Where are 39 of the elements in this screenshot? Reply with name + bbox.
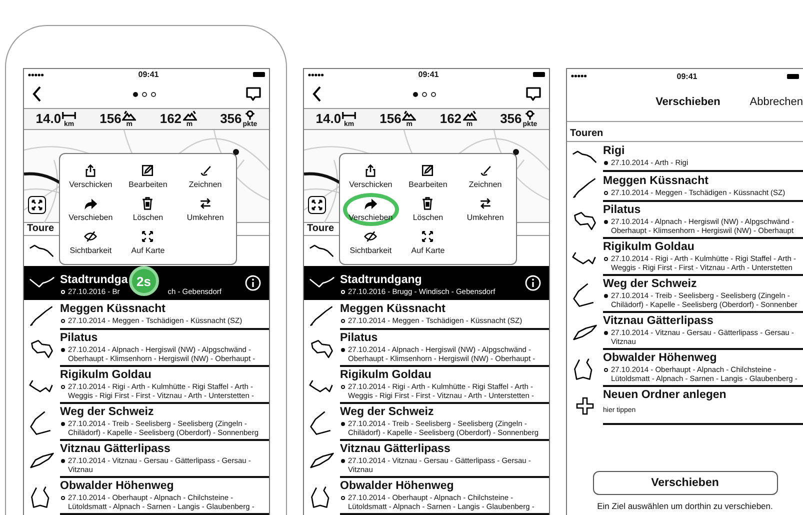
status-time: 09:41	[676, 72, 698, 80]
tour-name: Vitznau Gätterlipass	[340, 443, 450, 456]
tour-name: Rigikulm Goldau	[60, 369, 152, 382]
timer-badge: 2s	[128, 266, 159, 296]
screen-title: Verschieben	[656, 96, 720, 108]
tour-name: Rigikulm Goldau	[340, 369, 432, 382]
status-time: 09:41	[138, 70, 159, 80]
stat-value: 356	[220, 111, 242, 126]
status-time: 09:41	[418, 70, 439, 80]
stat-value: 162	[440, 111, 462, 126]
tour-name: Weg der Schweiz	[340, 406, 434, 419]
stat-value: 14.0	[36, 111, 62, 126]
tour-name: Pilatus	[60, 332, 98, 345]
stat-value: 162	[160, 111, 182, 126]
tour-name: Stadtrundgang	[340, 274, 422, 287]
section-header: Toure	[307, 223, 334, 234]
tour-name: Meggen Küssnacht	[603, 175, 708, 188]
section-header: Touren	[570, 128, 604, 139]
tour-name: Vitznau Gätterlipass	[603, 315, 714, 328]
tour-name: Vitznau Gätterlipass	[60, 443, 170, 456]
tour-name: Rigi	[603, 145, 625, 158]
tour-name: Meggen Küssnacht	[340, 303, 446, 316]
stat-value: 156	[100, 111, 122, 126]
tour-name: Weg der Schweiz	[60, 406, 154, 419]
tour-name: Obwalder Höhenweg	[603, 352, 717, 365]
tour-name: Weg der Schweiz	[603, 278, 697, 291]
tour-name: Stadtrundga	[60, 274, 128, 287]
stat-value: 14.0	[316, 111, 342, 126]
tour-name: Pilatus	[340, 332, 378, 345]
hint-text: Ein Ziel auswählen um dorthin zu verschieben.	[597, 501, 773, 511]
tour-name: Rigikulm Goldau	[603, 241, 694, 254]
stat-value: 356	[500, 111, 522, 126]
tour-name: Meggen Küssnacht	[60, 303, 166, 316]
tour-name: Pilatus	[603, 204, 641, 217]
tour-name: Obwalder Höhenweg	[340, 480, 454, 493]
tour-name: Neuen Ordner anlegen	[603, 389, 726, 402]
tour-name: Obwalder Höhenweg	[60, 480, 174, 493]
stat-value: 156	[380, 111, 402, 126]
section-header: Toure	[27, 223, 54, 234]
